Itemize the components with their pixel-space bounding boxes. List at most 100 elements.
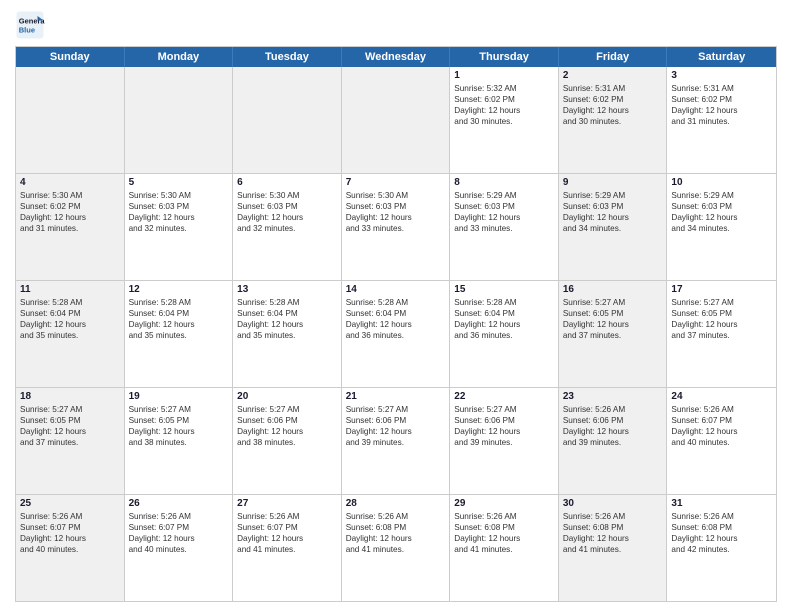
day-cell-3: 3 Sunrise: 5:31 AM Sunset: 6:02 PM Daylig… — [667, 67, 776, 173]
day-cell-22: 22 Sunrise: 5:27 AM Sunset: 6:06 PM Dayli… — [450, 388, 559, 494]
day-number: 29 — [454, 498, 554, 509]
calendar-row-4: 18 Sunrise: 5:27 AM Sunset: 6:05 PM Dayli… — [16, 387, 776, 494]
calendar-row-1: 1Sunrise: 5:32 AM Sunset: 6:02 PM Daylig… — [16, 67, 776, 173]
calendar-row-5: 25 Sunrise: 5:26 AM Sunset: 6:07 PM Dayli… — [16, 494, 776, 601]
day-cell-21: 21 Sunrise: 5:27 AM Sunset: 6:06 PM Dayli… — [342, 388, 451, 494]
cell-info: Sunrise: 5:26 AM Sunset: 6:07 PM Dayligh… — [129, 511, 229, 555]
day-cell-14: 14 Sunrise: 5:28 AM Sunset: 6:04 PM Dayli… — [342, 281, 451, 387]
day-cell-25: 25 Sunrise: 5:26 AM Sunset: 6:07 PM Dayli… — [16, 495, 125, 601]
day-cell-12: 12 Sunrise: 5:28 AM Sunset: 6:04 PM Dayli… — [125, 281, 234, 387]
svg-text:General: General — [19, 17, 45, 26]
cell-info: Sunrise: 5:27 AM Sunset: 6:06 PM Dayligh… — [346, 404, 446, 448]
day-cell-9: 9 Sunrise: 5:29 AM Sunset: 6:03 PM Daylig… — [559, 174, 668, 280]
cell-info: Sunrise: 5:32 AM Sunset: 6:02 PM Dayligh… — [454, 83, 554, 127]
cell-info: Sunrise: 5:26 AM Sunset: 6:07 PM Dayligh… — [237, 511, 337, 555]
day-number: 22 — [454, 391, 554, 402]
header: General Blue — [15, 10, 777, 40]
cell-info: Sunrise: 5:31 AM Sunset: 6:02 PM Dayligh… — [563, 83, 663, 127]
day-cell-15: 15Sunrise: 5:28 AM Sunset: 6:04 PM Dayli… — [450, 281, 559, 387]
calendar: SundayMondayTuesdayWednesdayThursdayFrid… — [15, 46, 777, 602]
cell-info: Sunrise: 5:28 AM Sunset: 6:04 PM Dayligh… — [454, 297, 554, 341]
day-number: 12 — [129, 284, 229, 295]
cell-info: Sunrise: 5:29 AM Sunset: 6:03 PM Dayligh… — [671, 190, 772, 234]
cell-info: Sunrise: 5:26 AM Sunset: 6:08 PM Dayligh… — [346, 511, 446, 555]
cell-info: Sunrise: 5:29 AM Sunset: 6:03 PM Dayligh… — [563, 190, 663, 234]
day-number: 18 — [20, 391, 120, 402]
day-number: 8 — [454, 177, 554, 188]
day-number: 4 — [20, 177, 120, 188]
header-day-wednesday: Wednesday — [342, 47, 451, 67]
cell-info: Sunrise: 5:29 AM Sunset: 6:03 PM Dayligh… — [454, 190, 554, 234]
calendar-row-3: 11Sunrise: 5:28 AM Sunset: 6:04 PM Dayli… — [16, 280, 776, 387]
day-cell-10: 10 Sunrise: 5:29 AM Sunset: 6:03 PM Dayli… — [667, 174, 776, 280]
day-cell-18: 18 Sunrise: 5:27 AM Sunset: 6:05 PM Dayli… — [16, 388, 125, 494]
day-cell-19: 19Sunrise: 5:27 AM Sunset: 6:05 PM Dayli… — [125, 388, 234, 494]
day-cell-26: 26Sunrise: 5:26 AM Sunset: 6:07 PM Dayli… — [125, 495, 234, 601]
day-number: 2 — [563, 70, 663, 81]
day-cell-6: 6 Sunrise: 5:30 AM Sunset: 6:03 PM Daylig… — [233, 174, 342, 280]
day-number: 5 — [129, 177, 229, 188]
cell-info: Sunrise: 5:30 AM Sunset: 6:03 PM Dayligh… — [129, 190, 229, 234]
day-number: 23 — [563, 391, 663, 402]
day-cell-7: 7 Sunrise: 5:30 AM Sunset: 6:03 PM Daylig… — [342, 174, 451, 280]
day-number: 3 — [671, 70, 772, 81]
empty-cell — [342, 67, 451, 173]
cell-info: Sunrise: 5:30 AM Sunset: 6:03 PM Dayligh… — [237, 190, 337, 234]
day-cell-2: 2 Sunrise: 5:31 AM Sunset: 6:02 PM Daylig… — [559, 67, 668, 173]
day-cell-28: 28Sunrise: 5:26 AM Sunset: 6:08 PM Dayli… — [342, 495, 451, 601]
cell-info: Sunrise: 5:28 AM Sunset: 6:04 PM Dayligh… — [346, 297, 446, 341]
day-number: 31 — [671, 498, 772, 509]
day-cell-11: 11Sunrise: 5:28 AM Sunset: 6:04 PM Dayli… — [16, 281, 125, 387]
cell-info: Sunrise: 5:27 AM Sunset: 6:05 PM Dayligh… — [20, 404, 120, 448]
day-cell-16: 16 Sunrise: 5:27 AM Sunset: 6:05 PM Dayli… — [559, 281, 668, 387]
day-cell-1: 1Sunrise: 5:32 AM Sunset: 6:02 PM Daylig… — [450, 67, 559, 173]
logo: General Blue — [15, 10, 49, 40]
day-cell-23: 23 Sunrise: 5:26 AM Sunset: 6:06 PM Dayli… — [559, 388, 668, 494]
day-number: 30 — [563, 498, 663, 509]
cell-info: Sunrise: 5:30 AM Sunset: 6:02 PM Dayligh… — [20, 190, 120, 234]
cell-info: Sunrise: 5:27 AM Sunset: 6:05 PM Dayligh… — [563, 297, 663, 341]
cell-info: Sunrise: 5:26 AM Sunset: 6:08 PM Dayligh… — [454, 511, 554, 555]
cell-info: Sunrise: 5:28 AM Sunset: 6:04 PM Dayligh… — [129, 297, 229, 341]
cell-info: Sunrise: 5:26 AM Sunset: 6:07 PM Dayligh… — [671, 404, 772, 448]
day-number: 21 — [346, 391, 446, 402]
empty-cell — [16, 67, 125, 173]
day-number: 19 — [129, 391, 229, 402]
day-number: 13 — [237, 284, 337, 295]
cell-info: Sunrise: 5:28 AM Sunset: 6:04 PM Dayligh… — [237, 297, 337, 341]
logo-icon: General Blue — [15, 10, 45, 40]
day-number: 24 — [671, 391, 772, 402]
day-number: 16 — [563, 284, 663, 295]
header-day-monday: Monday — [125, 47, 234, 67]
day-number: 7 — [346, 177, 446, 188]
cell-info: Sunrise: 5:27 AM Sunset: 6:06 PM Dayligh… — [454, 404, 554, 448]
cell-info: Sunrise: 5:27 AM Sunset: 6:06 PM Dayligh… — [237, 404, 337, 448]
calendar-body: 1Sunrise: 5:32 AM Sunset: 6:02 PM Daylig… — [16, 67, 776, 601]
header-day-tuesday: Tuesday — [233, 47, 342, 67]
day-cell-5: 5 Sunrise: 5:30 AM Sunset: 6:03 PM Daylig… — [125, 174, 234, 280]
day-number: 14 — [346, 284, 446, 295]
day-number: 20 — [237, 391, 337, 402]
day-number: 17 — [671, 284, 772, 295]
day-cell-4: 4 Sunrise: 5:30 AM Sunset: 6:02 PM Daylig… — [16, 174, 125, 280]
day-number: 6 — [237, 177, 337, 188]
svg-text:Blue: Blue — [19, 26, 35, 35]
cell-info: Sunrise: 5:27 AM Sunset: 6:05 PM Dayligh… — [671, 297, 772, 341]
calendar-header: SundayMondayTuesdayWednesdayThursdayFrid… — [16, 47, 776, 67]
cell-info: Sunrise: 5:26 AM Sunset: 6:07 PM Dayligh… — [20, 511, 120, 555]
day-cell-31: 31 Sunrise: 5:26 AM Sunset: 6:08 PM Dayli… — [667, 495, 776, 601]
day-number: 9 — [563, 177, 663, 188]
cell-info: Sunrise: 5:26 AM Sunset: 6:06 PM Dayligh… — [563, 404, 663, 448]
day-cell-27: 27Sunrise: 5:26 AM Sunset: 6:07 PM Dayli… — [233, 495, 342, 601]
cell-info: Sunrise: 5:31 AM Sunset: 6:02 PM Dayligh… — [671, 83, 772, 127]
cell-info: Sunrise: 5:30 AM Sunset: 6:03 PM Dayligh… — [346, 190, 446, 234]
header-day-sunday: Sunday — [16, 47, 125, 67]
day-cell-8: 8 Sunrise: 5:29 AM Sunset: 6:03 PM Daylig… — [450, 174, 559, 280]
day-number: 10 — [671, 177, 772, 188]
day-cell-30: 30Sunrise: 5:26 AM Sunset: 6:08 PM Dayli… — [559, 495, 668, 601]
cell-info: Sunrise: 5:26 AM Sunset: 6:08 PM Dayligh… — [671, 511, 772, 555]
day-number: 25 — [20, 498, 120, 509]
empty-cell — [125, 67, 234, 173]
day-cell-29: 29 Sunrise: 5:26 AM Sunset: 6:08 PM Dayli… — [450, 495, 559, 601]
header-day-saturday: Saturday — [667, 47, 776, 67]
